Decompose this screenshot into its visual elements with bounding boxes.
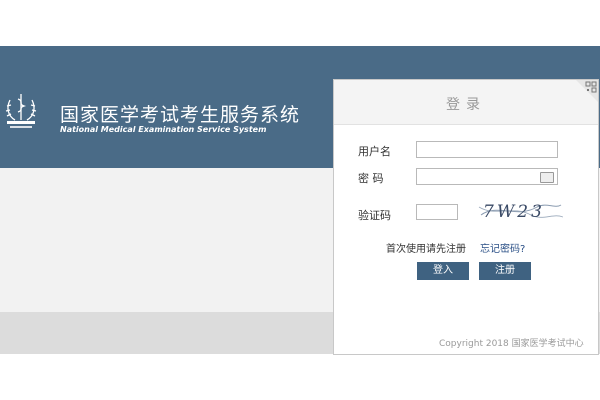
captcha-label: 验证码 — [358, 209, 391, 222]
captcha-text: 7W23 — [483, 202, 545, 222]
password-input[interactable] — [416, 168, 558, 185]
login-title: 登录 — [446, 97, 486, 113]
site-subtitle: National Medical Examination Service Sys… — [60, 125, 267, 134]
login-button[interactable]: 登入 — [417, 262, 469, 280]
login-panel: 登录 用户名 密 码 验证码 7W23 首次使用请先注册 忘记密码? 登入 注册… — [333, 79, 599, 355]
username-label: 用户名 — [358, 145, 391, 158]
username-input[interactable] — [416, 141, 558, 158]
medical-emblem-icon — [5, 94, 37, 128]
first-use-text: 首次使用请先注册 — [386, 244, 466, 255]
copyright-text: Copyright 2018 国家医学考试中心 — [439, 339, 584, 349]
login-header: 登录 — [334, 80, 598, 125]
register-button[interactable]: 注册 — [479, 262, 531, 280]
qr-code-icon[interactable] — [576, 80, 598, 102]
password-label: 密 码 — [358, 172, 384, 185]
captcha-input[interactable] — [416, 204, 458, 220]
captcha-image[interactable]: 7W23 — [477, 199, 563, 223]
keyboard-icon[interactable] — [540, 172, 554, 183]
site-title: 国家医学考试考生服务系统 — [60, 104, 301, 126]
forgot-password-link[interactable]: 忘记密码? — [480, 240, 525, 255]
